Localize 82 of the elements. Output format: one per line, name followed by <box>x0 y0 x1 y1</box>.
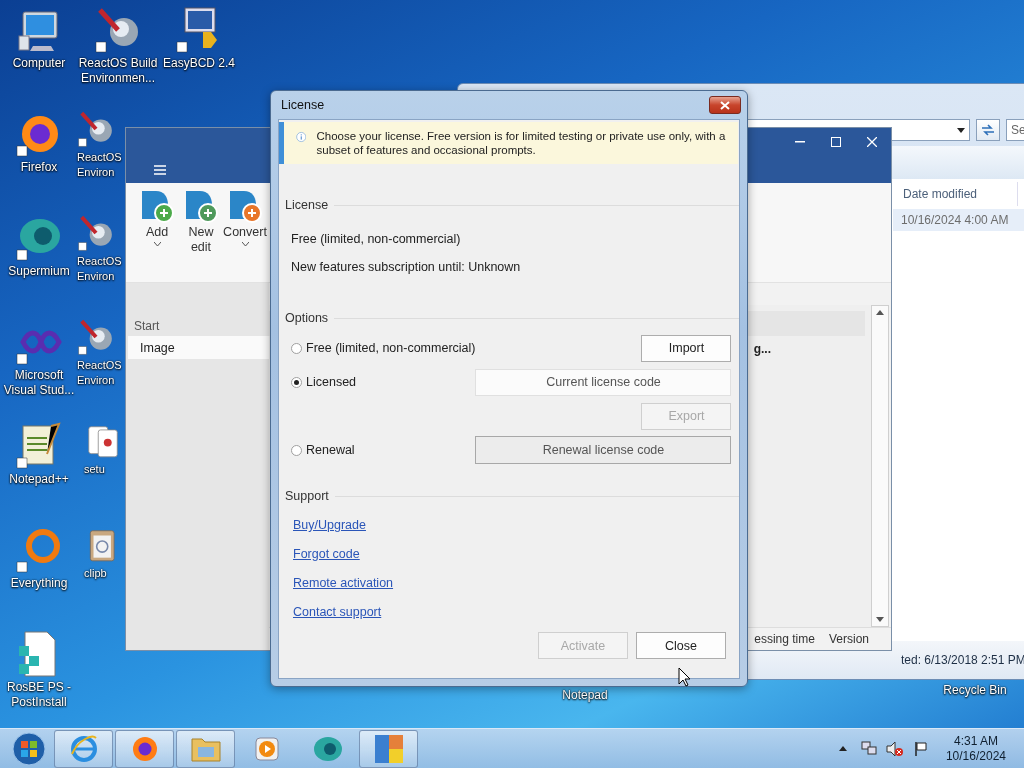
column-header[interactable]: Date modified <box>893 182 1018 206</box>
status-text: ted: 6/13/2018 2:51 PM <box>901 653 1024 667</box>
scroll-up-icon <box>876 310 884 315</box>
section-heading: Support <box>285 489 329 503</box>
dropdown-arrow-icon <box>957 127 965 133</box>
notepad-shortcut-icon[interactable] <box>15 422 63 470</box>
reactos-shortcut-icon[interactable] <box>77 214 115 252</box>
support-link[interactable]: Forgot code <box>293 546 360 562</box>
file-add-icon <box>140 189 174 223</box>
list-item-text[interactable]: g... <box>753 342 771 356</box>
column-header[interactable]: essing time <box>754 632 815 646</box>
desktop-icon-label[interactable]: clipb <box>84 566 107 581</box>
section-heading: License <box>285 198 329 212</box>
dialog-button[interactable]: Close <box>636 632 726 659</box>
desktop-icon-label[interactable]: Everything <box>10 576 68 591</box>
info-text: Choose your license. Free version is for limited testing or private use only, with a subset of features and occasional prompts. <box>316 129 727 157</box>
reactos-shortcut-icon[interactable] <box>77 318 115 356</box>
date-cell: 10/16/2024 4:00 AM <box>901 213 1009 227</box>
desktop-icon-label[interactable]: Notepad++ <box>9 472 69 487</box>
network-icon <box>860 740 877 757</box>
windows-logo-icon <box>11 730 47 767</box>
menu-icon[interactable] <box>154 165 166 175</box>
desktop-icon-label[interactable]: ReactOS Environ <box>77 254 124 284</box>
desktop-icon-label[interactable]: ReactOS Environ <box>77 358 124 388</box>
desktop-icon-label[interactable]: ReactOS Build Environmen... <box>78 56 158 86</box>
desktop-icon-label[interactable]: setu <box>84 462 105 477</box>
column-header[interactable]: Version <box>828 632 869 646</box>
desktop-icon-label[interactable]: Supermium <box>8 264 70 279</box>
maximize-icon <box>831 137 841 147</box>
support-link[interactable]: Contact support <box>293 604 382 620</box>
license-code-field[interactable]: Current license code <box>475 368 732 396</box>
toolbar-button[interactable]: Add <box>138 189 176 282</box>
mouse-cursor-icon <box>678 667 691 687</box>
file-convert-icon <box>228 189 262 223</box>
close-icon <box>720 100 730 110</box>
taskbar-app-button[interactable] <box>359 729 418 768</box>
radio-option[interactable]: Free (limited, non-commercial) <box>291 341 476 355</box>
scrollbar[interactable] <box>871 305 889 627</box>
clock[interactable]: 4:31 AM 10/16/2024 <box>937 733 1006 764</box>
refresh-button[interactable] <box>976 119 1000 141</box>
license-info-text: New features subscription until: Unknown <box>291 260 521 274</box>
desktop-icon-label[interactable]: Recycle Bin <box>943 683 1007 698</box>
sidebar-item[interactable]: Image <box>128 336 269 359</box>
radio-option[interactable]: Licensed <box>291 375 357 389</box>
media-player-icon <box>253 735 280 762</box>
minimize-icon <box>795 141 805 143</box>
desktop-icon-label[interactable]: ReactOS Environ <box>77 150 124 180</box>
close-icon <box>867 137 877 147</box>
toolbar-button[interactable]: New edit <box>182 189 220 282</box>
desktop-icon-label[interactable]: Firefox <box>20 160 58 175</box>
desktop-icon-label[interactable]: EasyBCD 2.4 <box>163 56 235 71</box>
renewal-code-button[interactable]: Renewal license code <box>475 436 732 464</box>
support-link[interactable]: Remote activation <box>293 575 394 591</box>
taskbar-app-button[interactable] <box>115 729 174 768</box>
refresh-icon <box>981 124 995 136</box>
support-link[interactable]: Buy/Upgrade <box>293 517 366 533</box>
muted-speaker-icon <box>885 740 904 757</box>
caret-icon <box>241 242 249 246</box>
info-icon <box>296 129 307 145</box>
magnifier-shortcut-icon[interactable] <box>15 526 63 574</box>
volume-button[interactable] <box>885 739 904 758</box>
app-logo-icon <box>372 732 405 765</box>
taskbar-app-button[interactable] <box>176 729 235 768</box>
import-button[interactable]: Import <box>641 334 732 362</box>
up-caret-icon <box>838 746 847 751</box>
network-button[interactable] <box>859 739 878 758</box>
flag-icon <box>913 740 928 757</box>
license-info-text: Free (limited, non-commercial) <box>291 232 461 246</box>
browser-e-icon <box>68 733 99 764</box>
caret-icon <box>153 242 161 246</box>
taskbar-app-button[interactable] <box>54 729 113 768</box>
dialog-title: License <box>281 98 325 112</box>
file-edit-icon <box>184 189 218 223</box>
reactos-shortcut-icon[interactable] <box>77 110 115 148</box>
close-button[interactable] <box>709 96 741 114</box>
file-row[interactable]: 10/16/2024 4:00 AM <box>893 209 1024 231</box>
radio-option[interactable]: Renewal <box>291 443 355 457</box>
desktop-icon-label[interactable]: Microsoft Visual Stud... <box>0 368 78 398</box>
panel-heading: Start <box>133 319 160 335</box>
section-heading: Options <box>285 311 329 325</box>
desktop-icon-label[interactable]: Computer <box>12 56 66 71</box>
scroll-down-icon <box>876 617 884 622</box>
